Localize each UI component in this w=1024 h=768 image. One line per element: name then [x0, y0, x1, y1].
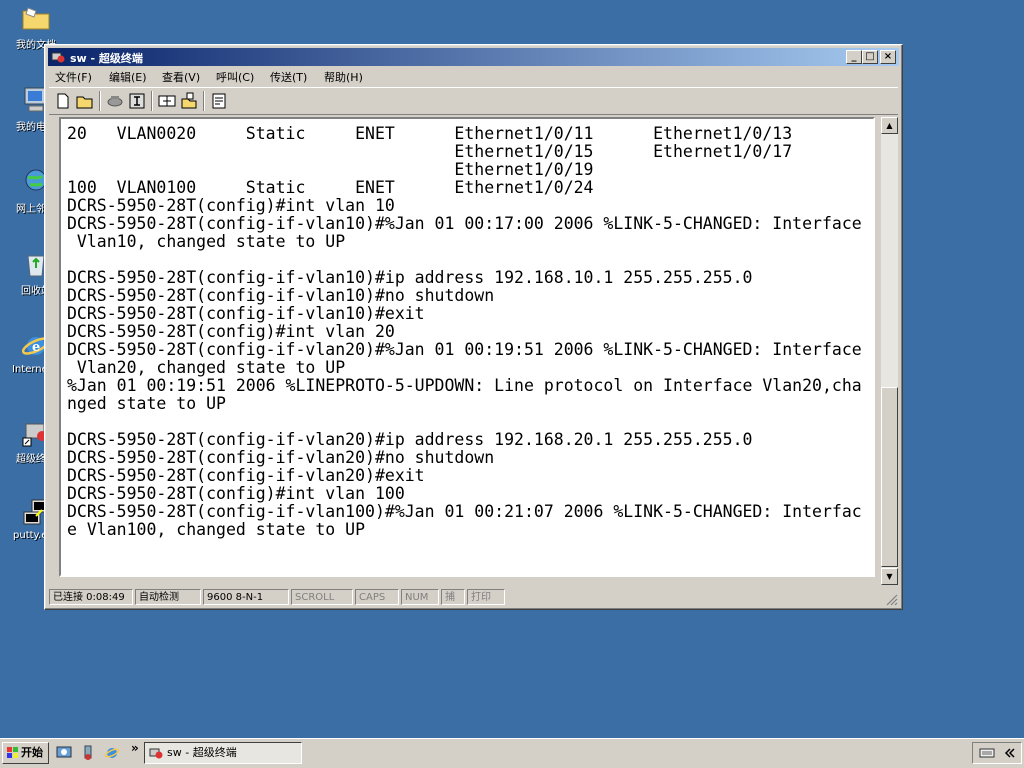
- status-port-settings: 9600 8-N-1: [203, 589, 289, 605]
- terminal-line: DCRS-5950-28T(config-if-vlan20)#%Jan 01 …: [67, 340, 862, 359]
- new-document-icon: [57, 93, 69, 109]
- window-titlebar[interactable]: sw - 超级终端 _ □ ×: [48, 48, 899, 66]
- status-num: NUM: [401, 589, 439, 605]
- status-print: 打印: [467, 589, 505, 605]
- new-connection-button[interactable]: [53, 91, 73, 111]
- terminal-line: 20 VLAN0020 Static ENET Ethernet1/0/11 E…: [67, 125, 793, 143]
- open-button[interactable]: [75, 91, 95, 111]
- quick-launch-chevron[interactable]: »: [131, 741, 139, 755]
- terminal-line: DCRS-5950-28T(config-if-vlan20)#ip addre…: [67, 430, 753, 449]
- terminal-line: DCRS-5950-28T(config)#int vlan 10: [67, 196, 395, 215]
- terminal-line: Vlan20, changed state to UP: [67, 358, 346, 377]
- terminal-line: Vlan10, changed state to UP: [67, 232, 346, 251]
- tray-expand-chevron-icon[interactable]: [1003, 747, 1015, 759]
- receive-file-icon: [181, 92, 197, 109]
- terminal-line: DCRS-5950-28T(config-if-vlan20)#no shutd…: [67, 448, 495, 467]
- status-autodetect: 自动检测: [135, 589, 201, 605]
- toolbar: [49, 87, 898, 115]
- menu-transfer[interactable]: 传送(T): [270, 69, 307, 85]
- quick-launch-app-icon[interactable]: [80, 745, 96, 761]
- status-capture: 捕: [441, 589, 465, 605]
- status-bar: 已连接 0:08:49 自动检测 9600 8-N-1 SCROLL CAPS …: [49, 588, 898, 606]
- terminal-line: _: [67, 556, 77, 574]
- terminal-line: nged state to UP: [67, 394, 226, 413]
- close-button[interactable]: ×: [880, 50, 896, 64]
- menu-bar: 文件(F) 编辑(E) 查看(V) 呼叫(C) 传送(T) 帮助(H): [49, 67, 898, 86]
- status-scroll: SCROLL: [291, 589, 353, 605]
- terminal-line: DCRS-5950-28T(config-if-vlan10)#ip addre…: [67, 268, 753, 287]
- resize-grip-icon[interactable]: [884, 592, 898, 606]
- terminal-line: 100 VLAN0100 Static ENET Ethernet1/0/24: [67, 178, 594, 197]
- system-tray: [972, 742, 1022, 764]
- open-folder-icon: [76, 96, 93, 109]
- scroll-down-button[interactable]: ▼: [881, 568, 898, 585]
- start-label: 开始: [21, 746, 43, 759]
- taskbar-button-hyperterminal[interactable]: sw - 超级终端: [144, 742, 302, 764]
- properties-icon: [212, 93, 226, 109]
- terminal-line: Ethernet1/0/15 Ethernet1/0/17: [67, 142, 793, 161]
- terminal-output[interactable]: 20 VLAN0020 Static ENET Ethernet1/0/11 E…: [67, 125, 871, 573]
- minimize-button[interactable]: _: [846, 50, 862, 64]
- start-button[interactable]: 开始: [2, 742, 49, 764]
- send-file-icon: [158, 95, 176, 107]
- scroll-up-button[interactable]: ▲: [881, 117, 898, 134]
- terminal-line: e Vlan100, changed state to UP: [67, 520, 366, 539]
- terminal-line: DCRS-5950-28T(config-if-vlan100)#%Jan 01…: [67, 502, 862, 521]
- terminal-line: DCRS-5950-28T(config-if-vlan20)#exit: [67, 466, 425, 485]
- hyperterminal-app-icon: [149, 748, 163, 759]
- quick-launch-ie-icon[interactable]: [104, 745, 120, 761]
- svg-text:e: e: [32, 340, 40, 355]
- taskbar: 开始 » sw - 超级终端: [0, 738, 1024, 768]
- call-button[interactable]: [105, 91, 125, 111]
- keyboard-icon[interactable]: [979, 746, 995, 760]
- windows-flag-icon: [7, 747, 18, 758]
- hyperterminal-window: sw - 超级终端 _ □ × 文件(F) 编辑(E) 查看(V) 呼叫(C) …: [44, 44, 903, 610]
- taskbar-button-label: sw - 超级终端: [167, 746, 237, 759]
- terminal-frame: 20 VLAN0020 Static ENET Ethernet1/0/11 E…: [59, 117, 875, 577]
- toolbar-separator: [99, 91, 101, 111]
- show-desktop-icon[interactable]: [56, 745, 72, 761]
- terminal-line: Ethernet1/0/19: [67, 160, 594, 179]
- menu-edit[interactable]: 编辑(E): [109, 69, 147, 85]
- send-button[interactable]: [157, 91, 177, 111]
- window-title: sw - 超级终端: [70, 52, 143, 65]
- toolbar-separator: [203, 91, 205, 111]
- terminal-line: DCRS-5950-28T(config)#int vlan 100: [67, 484, 405, 503]
- receive-button[interactable]: [179, 91, 199, 111]
- menu-call[interactable]: 呼叫(C): [216, 69, 254, 85]
- menu-file[interactable]: 文件(F): [55, 69, 92, 85]
- scrollbar-thumb[interactable]: [881, 387, 898, 567]
- terminal-line: %Jan 01 00:19:51 2006 %LINEPROTO-5-UPDOW…: [67, 376, 862, 395]
- terminal-line: DCRS-5950-28T(config-if-vlan10)#%Jan 01 …: [67, 214, 862, 233]
- hyperterminal-app-icon[interactable]: [51, 50, 65, 64]
- terminal-line: DCRS-5950-28T(config)#int vlan 20: [67, 322, 395, 341]
- disconnect-button[interactable]: [127, 91, 147, 111]
- toolbar-separator: [151, 91, 153, 111]
- menu-view[interactable]: 查看(V): [162, 69, 200, 85]
- maximize-button[interactable]: □: [862, 50, 878, 64]
- status-connected-time: 已连接 0:08:49: [49, 589, 133, 605]
- properties-button[interactable]: [209, 91, 229, 111]
- terminal-line: DCRS-5950-28T(config-if-vlan10)#exit: [67, 304, 425, 323]
- phone-icon: [107, 96, 123, 107]
- status-caps: CAPS: [355, 589, 399, 605]
- folder-icon: [22, 7, 50, 30]
- vertical-scrollbar[interactable]: ▲ ▼: [881, 117, 898, 585]
- terminal-line: DCRS-5950-28T(config-if-vlan10)#no shutd…: [67, 286, 495, 305]
- disconnect-icon: [129, 93, 145, 109]
- menu-help[interactable]: 帮助(H): [324, 69, 363, 85]
